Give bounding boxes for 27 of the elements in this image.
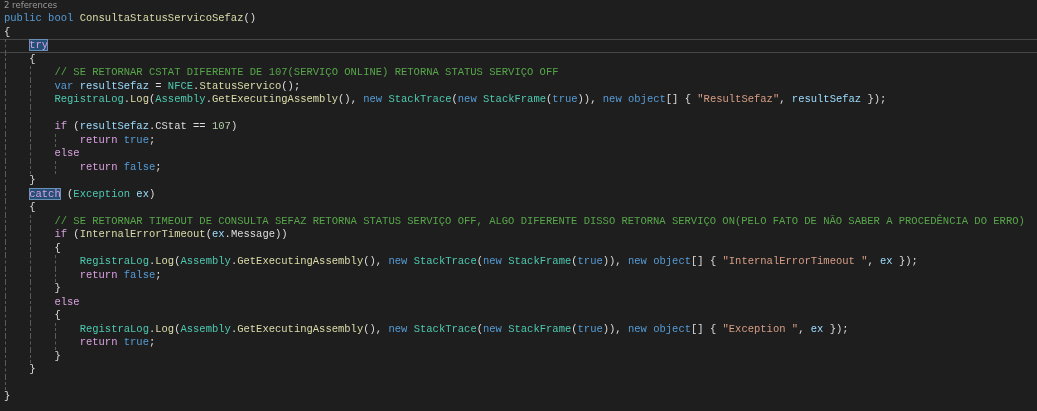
code-line: // SE RETORNAR TIMEOUT DE CONSULTA SEFAZ RETORNA STATUS SERVIÇO OFF, ALGO DIFERENTE DISSO RETORNA SERVIÇO ON(PELO FATO DE NÃO SABER A PROCEDÊNCIA DO ERRO) bbox=[53, 214, 1025, 228]
code-line: public bool ConsultaStatusServicoSefaz() bbox=[4, 12, 257, 26]
code-line: return false; bbox=[78, 268, 162, 282]
code-line: return false; bbox=[78, 160, 162, 174]
code-line: } bbox=[53, 282, 61, 296]
code-line: else bbox=[53, 147, 80, 161]
code-line: return true; bbox=[78, 133, 156, 147]
code-line: var resultSefaz = NFCE.StatusServico(); bbox=[53, 79, 301, 93]
code-line: } bbox=[28, 174, 36, 188]
code-line: return true; bbox=[78, 336, 156, 350]
code-line: if (resultSefaz.CStat == 107) bbox=[53, 120, 238, 134]
code-line: } bbox=[4, 390, 11, 404]
code-line: // SE RETORNAR CSTAT DIFERENTE DE 107(SERVIÇO ONLINE) RETORNA STATUS SERVIÇO OFF bbox=[53, 66, 559, 80]
code-line: { bbox=[28, 201, 36, 215]
references-link[interactable]: 2 references bbox=[4, 0, 58, 12]
code-line: { bbox=[53, 309, 61, 323]
code-line: RegistraLog.Log(Assembly.GetExecutingAssembly(), new StackTrace(new StackFrame(true)), new object[] { "InternalErrorTimeout ", ex }); bbox=[78, 255, 918, 269]
code-line: { bbox=[4, 25, 11, 39]
code-line: RegistraLog.Log(Assembly.GetExecutingAssembly(), new StackTrace(new StackFrame(true)), new object[] { "Exception ", ex }); bbox=[78, 322, 849, 336]
code-line: } bbox=[28, 363, 36, 377]
code-line: { bbox=[53, 241, 61, 255]
code-line: catch (Exception ex) bbox=[28, 187, 156, 201]
code-line: RegistraLog.Log(Assembly.GetExecutingAssembly(), new StackTrace(new StackFrame(true)), new object[] { "ResultSefaz", resultSefaz }); bbox=[53, 93, 887, 107]
code-line: } bbox=[53, 349, 61, 363]
code-line: { bbox=[28, 52, 36, 66]
code-line: else bbox=[53, 295, 80, 309]
code-line: if (InternalErrorTimeout(ex.Message)) bbox=[53, 228, 288, 242]
